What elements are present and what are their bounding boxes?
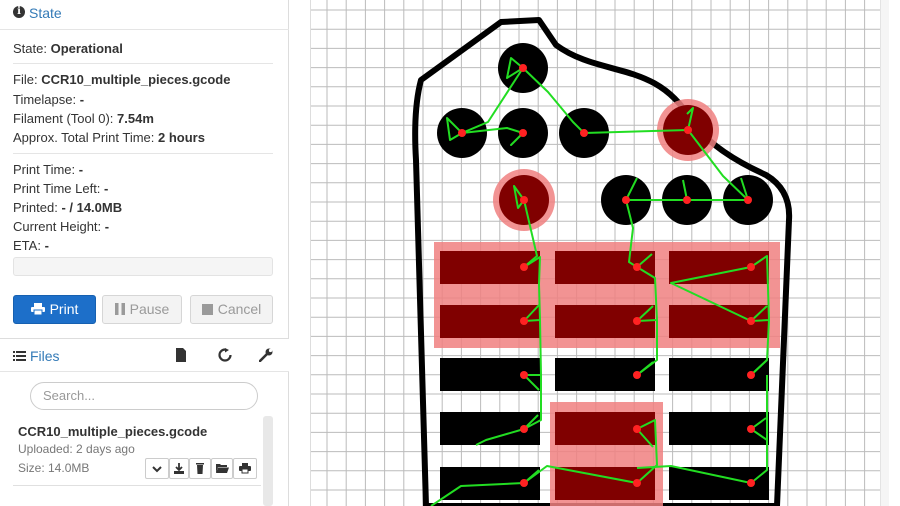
file-icon[interactable]: [174, 348, 188, 362]
extrusion-point: [747, 263, 755, 271]
download-icon: [174, 463, 184, 474]
print-progress-bar: [13, 257, 273, 276]
wrench-icon[interactable]: [259, 348, 273, 362]
printed-label: Printed:: [13, 200, 58, 215]
file-item-name[interactable]: CCR10_multiple_pieces.gcode: [18, 424, 207, 439]
print-time-label: Print Time:: [13, 162, 76, 177]
divider: [13, 485, 261, 486]
extrusion-point: [520, 263, 528, 271]
extrusion-point: [744, 196, 752, 204]
timelapse-label: Timelapse:: [13, 92, 77, 107]
current-height-label: Current Height:: [13, 219, 102, 234]
viewer-scrollbar[interactable]: [880, 0, 889, 506]
files-panel-title[interactable]: Files: [30, 348, 60, 364]
file-label: File:: [13, 72, 38, 87]
extrusion-point: [633, 479, 641, 487]
file-delete-button[interactable]: [189, 458, 211, 479]
extrusion-point: [633, 317, 641, 325]
list-icon: [13, 351, 26, 361]
print-button[interactable]: Print: [13, 295, 96, 324]
extrusion-point: [633, 263, 641, 271]
print-time-value: -: [78, 162, 84, 177]
files-panel-header: Files: [0, 338, 289, 372]
info-circle-icon: i: [13, 6, 25, 18]
pause-button-label: Pause: [129, 301, 170, 317]
extrusion-point: [684, 126, 692, 134]
timelapse-line: Timelapse: -: [13, 92, 84, 107]
extrusion-point: [458, 129, 466, 137]
approx-time-value: 2 hours: [158, 130, 205, 145]
extrusion-point: [520, 425, 528, 433]
file-list-scrollbar[interactable]: [263, 416, 273, 506]
extrusion-point: [633, 371, 641, 379]
printed-line: Printed: - / 14.0MB: [13, 200, 122, 215]
filament-label: Filament (Tool 0):: [13, 111, 114, 126]
state-panel-header[interactable]: i State: [0, 0, 289, 30]
timelapse-value: -: [79, 92, 85, 107]
approx-time-label: Approx. Total Print Time:: [13, 130, 155, 145]
stop-icon: [201, 303, 213, 315]
state-line: State: Operational: [13, 41, 123, 56]
extrusion-point: [633, 425, 641, 433]
eta-value: -: [44, 238, 49, 253]
extrusion-point: [520, 317, 528, 325]
divider: [13, 153, 273, 154]
file-line: File: CCR10_multiple_pieces.gcode: [13, 72, 230, 87]
extrusion-point: [580, 129, 588, 137]
gcode-viewer-canvas[interactable]: [311, 0, 887, 506]
cancel-button-label: Cancel: [217, 301, 262, 317]
file-more-button[interactable]: [145, 458, 169, 479]
print-time-line: Print Time: -: [13, 162, 83, 177]
filament-line: Filament (Tool 0): 7.54m: [13, 111, 154, 126]
sidebar: i State State: Operational File: CCR10_m…: [0, 0, 289, 506]
extrusion-point: [747, 425, 755, 433]
extrusion-point: [520, 196, 528, 204]
time-left-line: Print Time Left: -: [13, 181, 108, 196]
current-height-line: Current Height: -: [13, 219, 109, 234]
file-value: CCR10_multiple_pieces.gcode: [41, 72, 231, 87]
extrusion-point: [747, 371, 755, 379]
file-select-button[interactable]: [211, 458, 233, 479]
approx-time-line: Approx. Total Print Time: 2 hours: [13, 130, 205, 145]
state-value: Operational: [50, 41, 123, 56]
print-icon: [239, 463, 251, 474]
chevron-down-icon: [152, 466, 162, 473]
extrusion-point: [520, 371, 528, 379]
divider: [13, 63, 273, 64]
pause-button[interactable]: Pause: [102, 295, 182, 324]
state-label: State:: [13, 41, 47, 56]
time-left-value: -: [104, 181, 109, 196]
print-icon: [30, 303, 45, 316]
extrusion-point: [683, 196, 691, 204]
printed-value: - / 14.0MB: [61, 200, 123, 215]
file-download-button[interactable]: [169, 458, 189, 479]
cancel-button[interactable]: Cancel: [190, 295, 273, 324]
extrusion-point: [519, 129, 527, 137]
folder-open-icon: [216, 464, 229, 473]
eta-label: ETA:: [13, 238, 41, 253]
eta-line: ETA: -: [13, 238, 49, 253]
print-button-label: Print: [49, 301, 79, 317]
extrusion-point: [519, 64, 527, 72]
extrusion-point: [520, 479, 528, 487]
file-item-uploaded: Uploaded: 2 days ago: [18, 442, 135, 456]
trash-icon: [196, 463, 204, 474]
refresh-icon[interactable]: [218, 348, 232, 362]
file-search-input[interactable]: Search...: [30, 382, 258, 410]
extrusion-point: [622, 196, 630, 204]
extrusion-point: [747, 479, 755, 487]
state-panel-title[interactable]: State: [29, 5, 62, 21]
filament-value: 7.54m: [117, 111, 154, 126]
pause-icon: [114, 303, 125, 316]
time-left-label: Print Time Left:: [13, 181, 101, 196]
gcode-viewer[interactable]: [310, 0, 887, 506]
current-height-value: -: [104, 219, 110, 234]
file-print-button[interactable]: [233, 458, 257, 479]
file-item-size: Size: 14.0MB: [18, 461, 90, 475]
extrusion-point: [747, 317, 755, 325]
